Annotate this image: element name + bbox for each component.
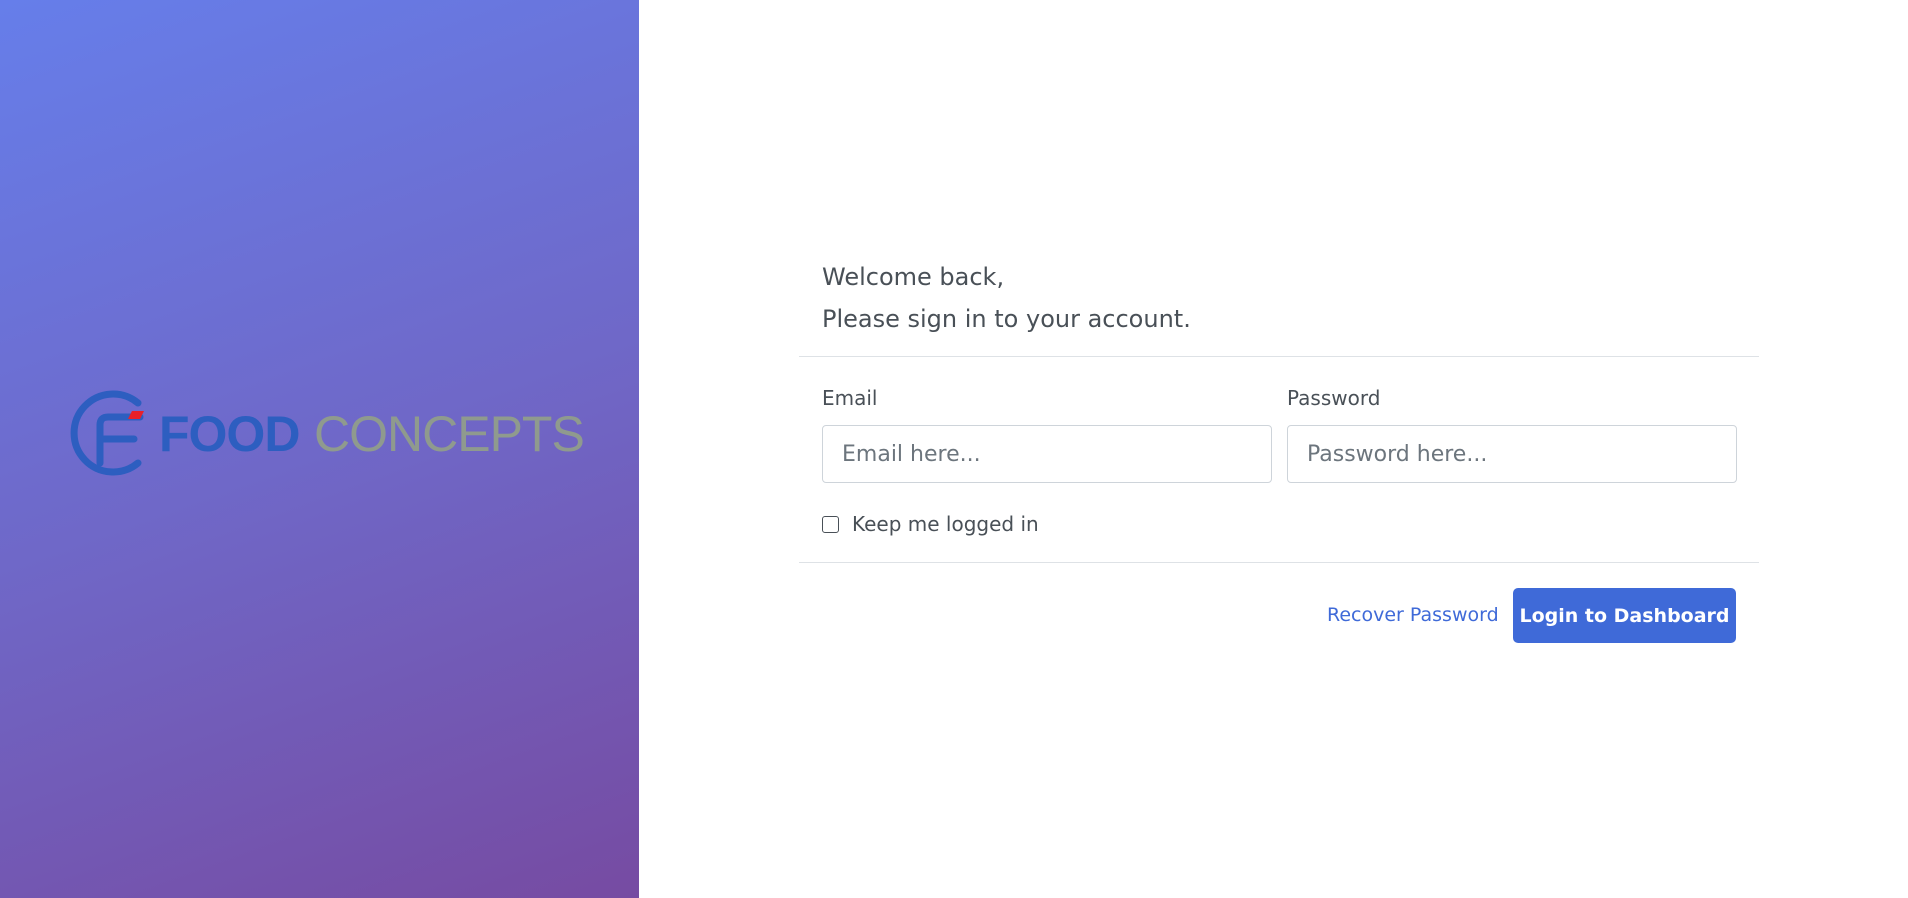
recover-password-link[interactable]: Recover Password bbox=[1327, 604, 1499, 626]
brand-panel: FOOD CONCEPTS bbox=[0, 0, 639, 898]
form-divider bbox=[799, 562, 1759, 563]
remember-me-checkbox[interactable] bbox=[822, 515, 839, 533]
logo-text-food: FOOD bbox=[159, 406, 299, 462]
food-concepts-logo: FOOD CONCEPTS bbox=[56, 385, 586, 481]
email-label: Email bbox=[822, 386, 878, 410]
header-divider bbox=[799, 356, 1759, 357]
greeting-text: Welcome back, bbox=[822, 263, 1005, 291]
email-field[interactable] bbox=[822, 425, 1272, 483]
password-label: Password bbox=[1287, 386, 1381, 410]
login-button[interactable]: Login to Dashboard bbox=[1513, 588, 1736, 643]
subtitle-text: Please sign in to your account. bbox=[822, 305, 1191, 333]
remember-me-label[interactable]: Keep me logged in bbox=[852, 512, 1039, 536]
password-field[interactable] bbox=[1287, 425, 1737, 483]
welcome-heading: Welcome back, Please sign in to your acc… bbox=[822, 256, 1191, 340]
logo-text-concepts: CONCEPTS bbox=[314, 406, 584, 462]
login-panel: Welcome back, Please sign in to your acc… bbox=[639, 0, 1908, 898]
remember-me-row: Keep me logged in bbox=[822, 510, 1039, 538]
